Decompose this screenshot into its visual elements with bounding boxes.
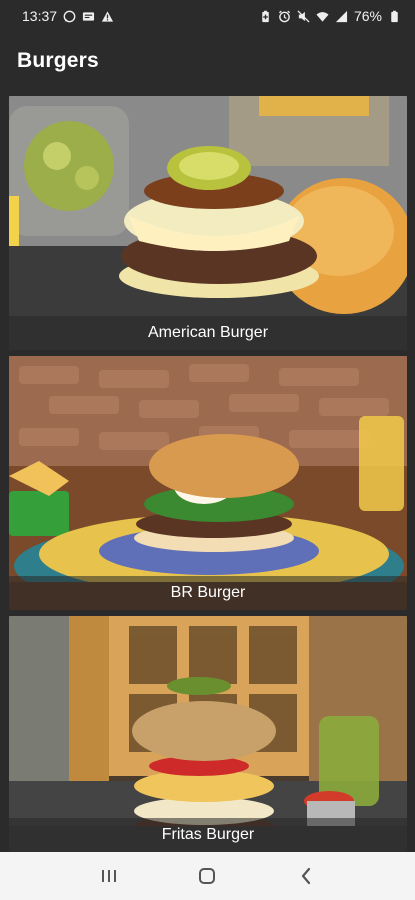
burger-image bbox=[9, 616, 407, 852]
page-title: Burgers bbox=[17, 49, 99, 72]
burger-name: BR Burger bbox=[9, 576, 407, 610]
recents-icon bbox=[100, 868, 118, 884]
whatsapp-icon bbox=[63, 10, 76, 23]
status-bar: 13:37 76% bbox=[0, 0, 415, 32]
battery-percent: 76% bbox=[353, 8, 382, 24]
back-button[interactable] bbox=[286, 856, 326, 896]
burger-card-american[interactable]: American Burger bbox=[9, 96, 407, 350]
battery-icon bbox=[388, 10, 401, 23]
burger-image bbox=[9, 356, 407, 610]
battery-saver-icon bbox=[259, 10, 272, 23]
back-icon bbox=[299, 867, 313, 885]
wifi-icon bbox=[316, 10, 329, 23]
burger-list[interactable]: American Burger BR Burger Fritas Burger bbox=[0, 90, 415, 852]
recents-button[interactable] bbox=[89, 856, 129, 896]
system-nav-bar bbox=[0, 852, 415, 900]
status-time: 13:37 bbox=[22, 8, 58, 24]
signal-icon bbox=[335, 10, 348, 23]
message-icon bbox=[82, 10, 95, 23]
status-left: 13:37 bbox=[22, 8, 114, 24]
home-button[interactable] bbox=[187, 856, 227, 896]
status-right: 76% bbox=[259, 8, 401, 24]
burger-card-fritas[interactable]: Fritas Burger bbox=[9, 616, 407, 852]
burger-name: American Burger bbox=[9, 316, 407, 350]
burger-card-br[interactable]: BR Burger bbox=[9, 356, 407, 610]
warning-icon bbox=[101, 10, 114, 23]
home-icon bbox=[198, 867, 216, 885]
burger-image bbox=[9, 96, 407, 350]
app-bar: Burgers bbox=[0, 32, 415, 90]
alarm-icon bbox=[278, 10, 291, 23]
mute-icon bbox=[297, 9, 310, 23]
burger-name: Fritas Burger bbox=[9, 818, 407, 852]
